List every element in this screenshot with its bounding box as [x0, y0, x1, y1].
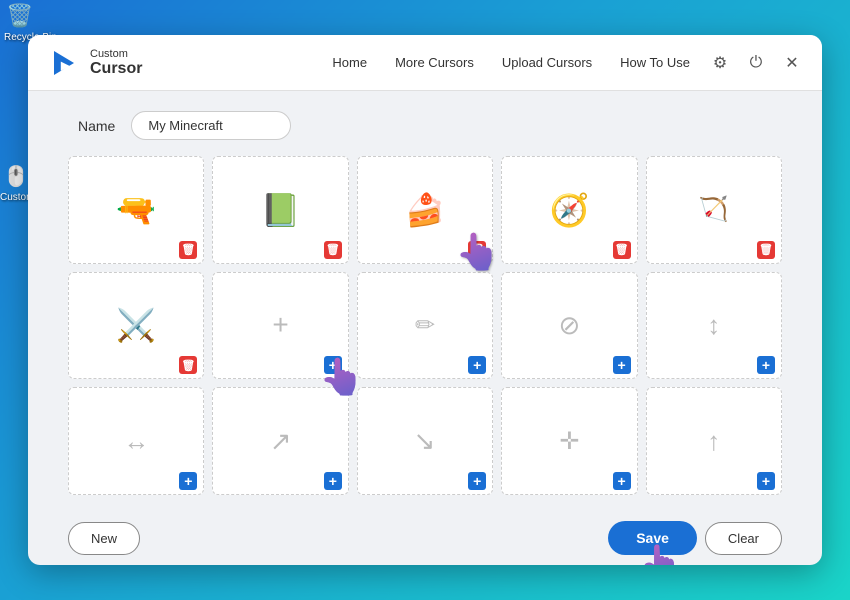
delete-button-r2c1[interactable]: 🗑	[179, 356, 197, 374]
nav-how-to-use[interactable]: How To Use	[620, 55, 690, 70]
cursor-grid: 🔫 🗑 📗 🗑 🍰 🗑 👆 🧭 🗑 🏹 🗑	[68, 156, 782, 495]
cursor-cell-r1c1[interactable]: 🔫 🗑	[68, 156, 204, 264]
cursor-cell-r1c3[interactable]: 🍰 🗑 👆	[357, 156, 493, 264]
nav-home[interactable]: Home	[332, 55, 367, 70]
cursor-cell-r3c1[interactable]: ↔ +	[68, 387, 204, 495]
content-area: Name 🔫 🗑 📗 🗑 🍰 🗑 👆	[28, 91, 822, 511]
delete-button-r1c1[interactable]: 🗑	[179, 241, 197, 259]
logo-icon: ▶	[48, 45, 84, 81]
add-button-r3c4[interactable]: +	[613, 472, 631, 490]
cursor-cell-r3c4[interactable]: ✛ +	[501, 387, 637, 495]
nav-upload-cursors[interactable]: Upload Cursors	[502, 55, 592, 70]
cursor-cell-r2c2[interactable]: + + 👆	[212, 272, 348, 380]
cursor-cell-r2c5[interactable]: ↕ +	[646, 272, 782, 380]
add-button-r2c5[interactable]: +	[757, 356, 775, 374]
cursor-icon-compass: 🧭	[549, 194, 589, 226]
logo-cursor: Cursor	[90, 60, 142, 78]
cursor-cell-r2c3[interactable]: ✏ +	[357, 272, 493, 380]
placeholder-resize-h-r3c1: ↔	[123, 426, 149, 457]
placeholder-diag-r3c2: ↗	[270, 426, 292, 457]
add-button-r3c3[interactable]: +	[468, 472, 486, 490]
cursor-cell-r3c3[interactable]: ↗ +	[357, 387, 493, 495]
placeholder-resize-v-r2c5: ↕	[707, 310, 720, 341]
power-icon[interactable]: ⏻	[746, 53, 766, 73]
cursor-cell-r2c1[interactable]: ⚔️ 🗑	[68, 272, 204, 380]
nav-links: Home More Cursors Upload Cursors How To …	[332, 55, 690, 70]
svg-text:▶: ▶	[60, 60, 70, 72]
placeholder-pencil-r2c3: ✏	[415, 311, 435, 340]
main-window: ▶ Custom Cursor Home More Cursors Upload…	[28, 35, 822, 565]
add-button-r2c4[interactable]: +	[613, 356, 631, 374]
cursor-cell-r2c4[interactable]: ⊘ +	[501, 272, 637, 380]
settings-icon[interactable]: ⚙	[710, 53, 730, 73]
cursor-icon-food: 🍰	[405, 194, 445, 226]
add-button-r2c3[interactable]: +	[468, 356, 486, 374]
add-button-r3c5[interactable]: +	[757, 472, 775, 490]
placeholder-move-r3c4: ✛	[559, 427, 579, 456]
cursor-cell-r1c4[interactable]: 🧭 🗑	[501, 156, 637, 264]
name-label: Name	[78, 118, 115, 134]
delete-button-r1c2[interactable]: 🗑	[324, 241, 342, 259]
new-button[interactable]: New	[68, 522, 140, 555]
add-button-r3c2[interactable]: +	[324, 472, 342, 490]
cursor-cell-r3c2[interactable]: ↗ +	[212, 387, 348, 495]
titlebar: ▶ Custom Cursor Home More Cursors Upload…	[28, 35, 822, 91]
clear-button[interactable]: Clear	[705, 522, 782, 555]
logo-text: Custom Cursor	[90, 48, 142, 78]
name-input[interactable]	[131, 111, 291, 140]
logo-custom: Custom	[90, 48, 142, 60]
logo[interactable]: ▶ Custom Cursor	[48, 45, 142, 81]
delete-button-r1c3[interactable]: 🗑	[468, 241, 486, 259]
bottom-bar: New Save 👆 Clear	[28, 511, 822, 565]
add-button-r2c2[interactable]: +	[324, 356, 342, 374]
close-icon[interactable]: ✕	[782, 53, 802, 73]
placeholder-plus-r2c2: +	[272, 309, 288, 341]
cursor-icon-book: 📗	[261, 194, 301, 226]
save-button[interactable]: Save	[608, 521, 697, 555]
cursor-cell-r1c5[interactable]: 🏹 🗑	[646, 156, 782, 264]
placeholder-up-r3c5: ↑	[707, 426, 720, 457]
name-row: Name	[68, 111, 782, 140]
delete-button-r1c5[interactable]: 🗑	[757, 241, 775, 259]
titlebar-icons: ⚙ ⏻ ✕	[710, 53, 802, 73]
cursor-icon-gun: 🔫	[116, 194, 156, 226]
placeholder-diag2-r3c3: ↗	[409, 430, 440, 452]
nav-more-cursors[interactable]: More Cursors	[395, 55, 474, 70]
cursor-icon-sword: ⚔️	[116, 309, 156, 341]
cursor-cell-r3c5[interactable]: ↑ +	[646, 387, 782, 495]
delete-button-r1c4[interactable]: 🗑	[613, 241, 631, 259]
add-button-r3c1[interactable]: +	[179, 472, 197, 490]
cursor-icon-bow: 🏹	[699, 198, 729, 222]
placeholder-nope-r2c4: ⊘	[558, 310, 580, 341]
cursor-cell-r1c2[interactable]: 📗 🗑	[212, 156, 348, 264]
